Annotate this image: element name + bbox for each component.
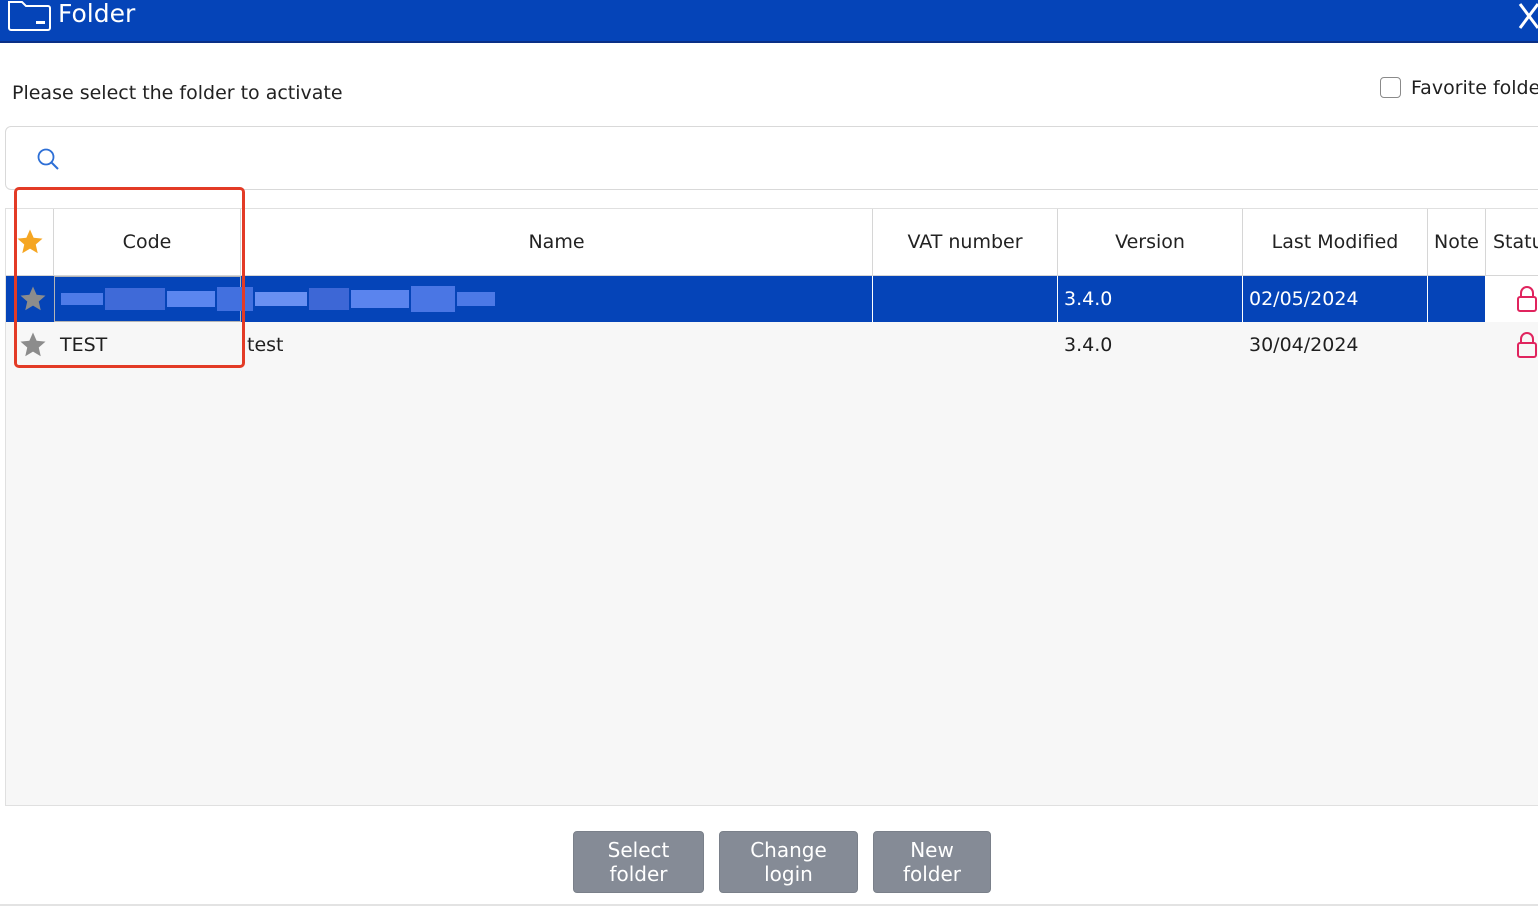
column-header-status[interactable]: Status	[1486, 209, 1538, 275]
column-header-vat[interactable]: VAT number	[873, 209, 1058, 275]
search-input[interactable]	[70, 139, 1474, 181]
column-header-note[interactable]: Note	[1428, 209, 1486, 275]
select-folder-button[interactable]: Select folder	[573, 831, 704, 893]
window-title: Folder	[58, 0, 136, 28]
window-title-bar: Folder	[0, 0, 1538, 43]
last-modified-cell[interactable]: 02/05/2024	[1243, 276, 1428, 322]
code-cell[interactable]: TEST	[54, 322, 241, 368]
search-icon	[37, 148, 59, 170]
vat-cell[interactable]	[873, 322, 1058, 368]
version-cell[interactable]: 3.4.0	[1058, 322, 1243, 368]
last-modified-cell[interactable]: 30/04/2024	[1243, 322, 1428, 368]
column-header-last-modified[interactable]: Last Modified	[1243, 209, 1428, 275]
column-header-version[interactable]: Version	[1058, 209, 1243, 275]
lock-icon	[1517, 332, 1537, 358]
table-header: Code Name VAT number Version Last Modifi…	[6, 209, 1538, 277]
note-cell[interactable]	[1428, 322, 1486, 368]
instruction-text: Please select the folder to activate	[12, 82, 343, 104]
close-icon[interactable]	[1514, 0, 1538, 34]
table-row[interactable]: 3.4.0 02/05/2024	[6, 276, 1538, 322]
search-box[interactable]	[5, 126, 1538, 190]
favorite-folder-label[interactable]: Favorite folder	[1411, 76, 1538, 100]
favorite-toggle[interactable]	[6, 276, 54, 322]
favorite-toggle[interactable]	[6, 322, 54, 368]
column-header-code[interactable]: Code	[54, 209, 241, 275]
folder-table: Code Name VAT number Version Last Modifi…	[5, 208, 1538, 806]
column-header-name[interactable]: Name	[241, 209, 873, 275]
bottom-divider	[0, 904, 1538, 906]
folder-icon	[8, 1, 51, 31]
lock-icon	[1517, 286, 1537, 312]
vat-cell[interactable]	[873, 276, 1058, 322]
change-login-button[interactable]: Change login	[719, 831, 858, 893]
star-icon	[17, 229, 42, 254]
favorite-column-header[interactable]	[6, 209, 54, 275]
version-cell[interactable]: 3.4.0	[1058, 276, 1243, 322]
note-cell[interactable]	[1428, 276, 1486, 322]
star-icon[interactable]	[18, 284, 48, 314]
table-row[interactable]: TEST test 3.4.0 30/04/2024	[6, 322, 1538, 368]
new-folder-button[interactable]: New folder	[873, 831, 991, 893]
name-cell[interactable]	[241, 276, 873, 322]
star-icon[interactable]	[18, 330, 48, 360]
name-cell[interactable]: test	[241, 322, 873, 368]
favorite-folder-checkbox[interactable]	[1380, 77, 1401, 98]
